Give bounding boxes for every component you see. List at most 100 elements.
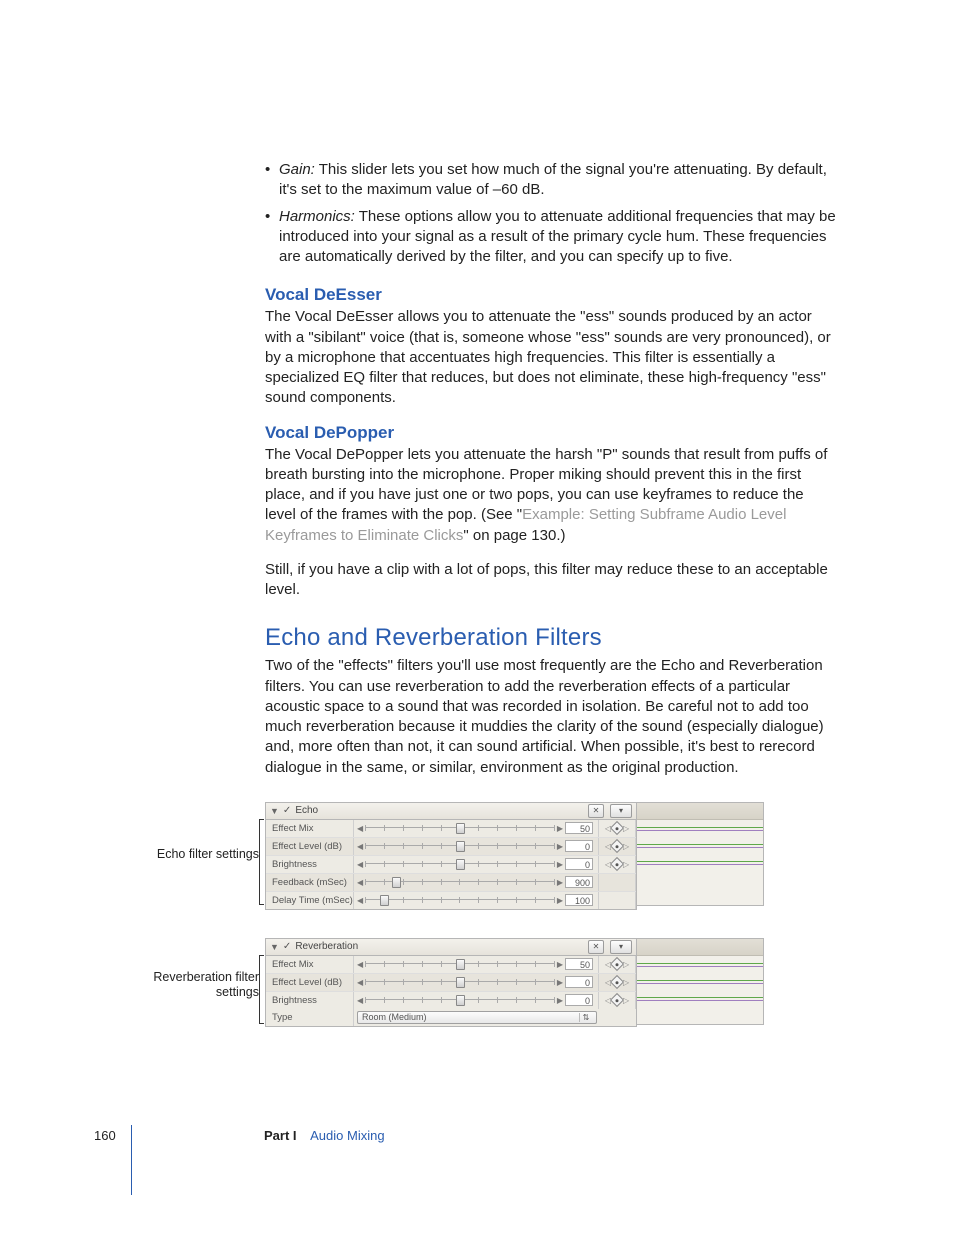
bullet-item: • Harmonics: These options allow you to … bbox=[265, 207, 838, 268]
parameter-row: Effect Level (dB) ◀ ▶ 0 ◁▷ bbox=[266, 838, 636, 856]
parameter-label: Brightness bbox=[266, 856, 354, 873]
parameter-value-field[interactable]: 50 bbox=[565, 822, 593, 834]
parameter-label: Effect Mix bbox=[266, 820, 354, 837]
parameter-row: Feedback (mSec) ◀ ▶ 900 bbox=[266, 874, 636, 892]
add-keyframe-icon bbox=[610, 821, 624, 835]
checkmark-icon[interactable]: ✓ bbox=[283, 941, 291, 952]
preset-menu-button[interactable]: ▾ bbox=[610, 940, 632, 954]
reset-button[interactable]: ✕ bbox=[588, 940, 604, 954]
bullet-dot: • bbox=[265, 207, 279, 227]
section-heading-echo-reverb: Echo and Reverberation Filters bbox=[265, 624, 838, 652]
disclosure-triangle-icon[interactable]: ▼ bbox=[270, 806, 279, 816]
parameter-value-field[interactable]: 0 bbox=[565, 840, 593, 852]
slider-right-arrow-icon[interactable]: ▶ bbox=[557, 896, 563, 905]
deesser-body: The Vocal DeEsser allows you to attenuat… bbox=[265, 307, 838, 408]
subheading-deesser: Vocal DeEsser bbox=[265, 285, 838, 305]
parameter-slider[interactable]: ◀ ▶ 0 bbox=[354, 856, 599, 873]
part-label: Part I bbox=[264, 1128, 297, 1143]
parameter-slider[interactable]: ◀ ▶ 0 bbox=[354, 992, 599, 1009]
parameter-slider[interactable]: ◀ ▶ 100 bbox=[354, 892, 599, 909]
parameter-row: Effect Level (dB) ◀ ▶ 0 ◁▷ bbox=[266, 974, 636, 992]
parameter-value-field[interactable]: 900 bbox=[565, 876, 593, 888]
slider-left-arrow-icon[interactable]: ◀ bbox=[357, 860, 363, 869]
parameter-value-field[interactable]: 0 bbox=[565, 976, 593, 988]
echo-caption: Echo filter settings bbox=[109, 847, 265, 862]
slider-left-arrow-icon[interactable]: ◀ bbox=[357, 978, 363, 987]
slider-left-arrow-icon[interactable]: ◀ bbox=[357, 996, 363, 1005]
keyframe-controls[interactable]: ◁▷ bbox=[599, 956, 636, 973]
slider-right-arrow-icon[interactable]: ▶ bbox=[557, 860, 563, 869]
bracket bbox=[259, 819, 264, 905]
keyframe-controls bbox=[599, 874, 636, 891]
next-keyframe-icon: ▷ bbox=[623, 978, 629, 987]
keyframe-controls[interactable]: ◁▷ bbox=[599, 820, 636, 837]
parameter-row: Delay Time (mSec) ◀ ▶ 100 bbox=[266, 892, 636, 909]
parameter-label: Delay Time (mSec) bbox=[266, 892, 354, 909]
slider-right-arrow-icon[interactable]: ▶ bbox=[557, 878, 563, 887]
parameter-row: Effect Mix ◀ ▶ 50 ◁▷ bbox=[266, 956, 636, 974]
parameter-label: Type bbox=[266, 1009, 354, 1026]
add-keyframe-icon bbox=[610, 993, 624, 1007]
add-keyframe-icon bbox=[610, 839, 624, 853]
type-dropdown[interactable]: Room (Medium) ⇅ bbox=[357, 1011, 597, 1024]
echo-timeline bbox=[637, 802, 764, 906]
parameter-slider[interactable]: ◀ ▶ 50 bbox=[354, 820, 599, 837]
panel-header: ▼ ✓ Echo ✕ ▾ bbox=[266, 803, 636, 820]
parameter-row: Effect Mix ◀ ▶ 50 ◁▷ bbox=[266, 820, 636, 838]
preset-menu-button[interactable]: ▾ bbox=[610, 804, 632, 818]
slider-left-arrow-icon[interactable]: ◀ bbox=[357, 896, 363, 905]
part-title: Audio Mixing bbox=[310, 1128, 384, 1143]
page-number: 160 bbox=[94, 1128, 264, 1143]
keyframe-controls[interactable]: ◁▷ bbox=[599, 838, 636, 855]
disclosure-triangle-icon[interactable]: ▼ bbox=[270, 942, 279, 952]
parameter-row-type: Type Room (Medium) ⇅ bbox=[266, 1009, 636, 1026]
parameter-value-field[interactable]: 0 bbox=[565, 994, 593, 1006]
parameter-label: Effect Mix bbox=[266, 956, 354, 973]
depopper-body2: Still, if you have a clip with a lot of … bbox=[265, 560, 838, 601]
bullet-list: • Gain: This slider lets you set how muc… bbox=[265, 160, 838, 267]
parameter-label: Brightness bbox=[266, 992, 354, 1009]
slider-right-arrow-icon[interactable]: ▶ bbox=[557, 996, 563, 1005]
echo-panel-group: Echo filter settings ▼ ✓ Echo ✕ ▾ Effect… bbox=[265, 802, 838, 910]
reverb-filter-panel: ▼ ✓ Reverberation ✕ ▾ Effect Mix ◀ ▶ 50 … bbox=[265, 938, 637, 1027]
keyframe-controls[interactable]: ◁▷ bbox=[599, 856, 636, 873]
parameter-value-field[interactable]: 0 bbox=[565, 858, 593, 870]
slider-right-arrow-icon[interactable]: ▶ bbox=[557, 978, 563, 987]
reset-button[interactable]: ✕ bbox=[588, 804, 604, 818]
page: • Gain: This slider lets you set how muc… bbox=[0, 0, 954, 1235]
parameter-value-field[interactable]: 100 bbox=[565, 894, 593, 906]
slider-left-arrow-icon[interactable]: ◀ bbox=[357, 878, 363, 887]
parameter-slider[interactable]: ◀ ▶ 0 bbox=[354, 974, 599, 991]
panel-title: Echo bbox=[295, 805, 318, 816]
depopper-body: The Vocal DePopper lets you attenuate th… bbox=[265, 445, 838, 546]
parameter-label: Effect Level (dB) bbox=[266, 974, 354, 991]
parameter-slider[interactable]: ◀ ▶ 900 bbox=[354, 874, 599, 891]
slider-right-arrow-icon[interactable]: ▶ bbox=[557, 842, 563, 851]
keyframe-controls[interactable]: ◁▷ bbox=[599, 992, 636, 1009]
bullet-text: These options allow you to attenuate add… bbox=[279, 208, 836, 266]
bullet-term: Harmonics: bbox=[279, 208, 355, 225]
keyframe-controls[interactable]: ◁▷ bbox=[599, 974, 636, 991]
echo-filter-panel: ▼ ✓ Echo ✕ ▾ Effect Mix ◀ ▶ 50 ◁▷ Effect… bbox=[265, 802, 637, 910]
slider-left-arrow-icon[interactable]: ◀ bbox=[357, 960, 363, 969]
bullet-item: • Gain: This slider lets you set how muc… bbox=[265, 160, 838, 201]
slider-left-arrow-icon[interactable]: ◀ bbox=[357, 824, 363, 833]
parameter-slider[interactable]: ◀ ▶ 50 bbox=[354, 956, 599, 973]
slider-left-arrow-icon[interactable]: ◀ bbox=[357, 842, 363, 851]
parameter-label: Effect Level (dB) bbox=[266, 838, 354, 855]
parameter-row: Brightness ◀ ▶ 0 ◁▷ bbox=[266, 856, 636, 874]
panel-header: ▼ ✓ Reverberation ✕ ▾ bbox=[266, 939, 636, 956]
panel-title: Reverberation bbox=[295, 941, 358, 952]
parameter-value-field[interactable]: 50 bbox=[565, 958, 593, 970]
checkmark-icon[interactable]: ✓ bbox=[283, 805, 291, 816]
slider-right-arrow-icon[interactable]: ▶ bbox=[557, 960, 563, 969]
reverb-timeline bbox=[637, 938, 764, 1025]
add-keyframe-icon bbox=[610, 975, 624, 989]
side-rule bbox=[131, 1125, 132, 1195]
parameter-slider[interactable]: ◀ ▶ 0 bbox=[354, 838, 599, 855]
dropdown-arrows-icon: ⇅ bbox=[579, 1013, 592, 1022]
bullet-text: This slider lets you set how much of the… bbox=[279, 161, 827, 198]
slider-right-arrow-icon[interactable]: ▶ bbox=[557, 824, 563, 833]
reverb-caption: Reverberation filter settings bbox=[109, 970, 265, 1000]
subheading-depopper: Vocal DePopper bbox=[265, 423, 838, 443]
